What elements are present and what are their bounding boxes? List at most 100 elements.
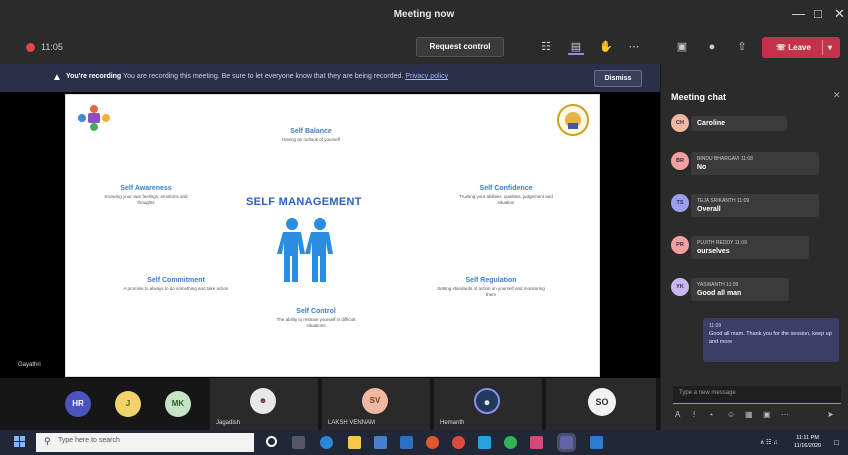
slide-item-description: Knowing your own feelings, emotions and … [104, 194, 188, 205]
participant-tile[interactable]: SV LAKSH VENNAM [322, 378, 430, 430]
raise-hand-icon[interactable]: ✋ [598, 39, 614, 55]
slide-item-self-control: Self Control The ability to restrain you… [271, 308, 361, 329]
close-icon[interactable]: ✕ [834, 6, 845, 22]
dismiss-button[interactable]: Dismiss [594, 70, 642, 87]
compose-placeholder: Type a new message [679, 390, 736, 396]
avatar: J [115, 391, 141, 417]
privacy-policy-link[interactable]: Privacy policy [405, 73, 448, 80]
edge-icon[interactable] [320, 436, 333, 449]
microphone-icon[interactable]: ● [704, 39, 720, 55]
message-bubble: YASWANTH 11:09 Good all man [691, 278, 789, 301]
chrome-icon[interactable] [452, 436, 465, 449]
message-time: 11:09 [709, 323, 722, 329]
format-icon[interactable]: A [675, 410, 680, 419]
slide-item-self-balance: Self Balance Having an outlook of yourse… [266, 128, 356, 143]
participant-name: Hemanth [440, 420, 465, 426]
recording-banner-title: You're recording [66, 73, 122, 80]
participant-tile[interactable]: SO [546, 378, 656, 430]
app-icon[interactable] [530, 436, 543, 449]
camera-icon[interactable]: ▣ [674, 39, 690, 55]
leave-button[interactable]: ☏ Leave ▾ [762, 37, 840, 58]
whatsapp-icon[interactable] [504, 436, 517, 449]
avatar: BR [671, 152, 689, 170]
more-options-icon[interactable]: ⋯ [781, 410, 789, 419]
avatar-initials: MK [171, 399, 185, 408]
request-control-button[interactable]: Request control [416, 37, 504, 57]
avatar: MK [165, 391, 191, 417]
avatar: CH [671, 114, 689, 132]
own-chat-message: 11:09 Good all mam. Thank you for the se… [703, 318, 839, 362]
recording-icon [26, 43, 35, 52]
minimize-icon[interactable]: — [792, 6, 805, 21]
emoji-icon[interactable]: ☺ [727, 410, 735, 419]
participant-tile[interactable]: HR J MK [50, 378, 200, 430]
attach-icon[interactable]: ⋆ [709, 410, 714, 419]
slide-item-self-commitment: Self Commitment A promise to always to d… [121, 277, 231, 292]
message-bubble: BINDU BHARGAVI 11:08 No [691, 152, 819, 175]
leave-label: Leave [788, 43, 811, 52]
slide-item-heading: Self Commitment [147, 277, 205, 284]
slide-item-self-confidence: Self Confidence Trusting your abilities,… [451, 185, 561, 206]
avatar: HR [65, 391, 91, 417]
windows-start-icon[interactable] [14, 436, 26, 448]
message-bubble: TEJA SRIKANTH 11:09 Overall [691, 194, 819, 217]
slide-item-self-awareness: Self Awareness Knowing your own feelings… [96, 185, 196, 206]
zoom-icon[interactable] [478, 436, 491, 449]
search-placeholder: Type here to search [58, 437, 120, 444]
phone-icon: ☏ [776, 43, 789, 52]
avatar: SO [588, 388, 616, 416]
task-view-icon[interactable] [292, 436, 305, 449]
close-chat-icon[interactable]: ✕ [833, 90, 841, 101]
more-actions-icon[interactable]: ⋯ [626, 39, 642, 55]
message-bubble: PUJITH REDDY 11:09 ourselves [691, 236, 809, 259]
taskbar-date: 11/16/2020 [794, 443, 822, 449]
teams-icon[interactable] [557, 433, 576, 452]
participant-name: Jagadish [216, 420, 241, 426]
recording-banner: ▲ You're recording You are recording thi… [0, 64, 660, 92]
chat-compose-input[interactable]: Type a new message [673, 386, 841, 404]
taskbar-search-input[interactable]: ⚲ Type here to search [36, 433, 254, 452]
taskbar-time: 11:11 PM [796, 435, 819, 441]
maximize-icon[interactable]: □ [814, 6, 822, 21]
avatar-initials: HR [72, 399, 84, 408]
file-explorer-icon[interactable] [348, 436, 361, 449]
slide-item-heading: Self Confidence [479, 185, 533, 192]
meeting-timer: 11:05 [41, 42, 63, 52]
participants-icon[interactable]: ☷ [538, 39, 554, 55]
message-time: 11:09 [726, 282, 739, 288]
participant-tile[interactable]: ☻ Hemanth [434, 378, 542, 430]
sticker-icon[interactable]: ▣ [763, 410, 771, 419]
share-screen-icon[interactable]: ⇧ [734, 39, 750, 55]
chat-icon[interactable]: ▤ [568, 39, 584, 55]
participant-tile[interactable]: ☻ Jagadish [210, 378, 318, 430]
participant-name: LAKSH VENNAM [328, 420, 376, 426]
gif-icon[interactable]: ▦ [745, 410, 753, 419]
store-icon[interactable] [374, 436, 387, 449]
chevron-down-icon[interactable]: ▾ [828, 37, 832, 58]
slide-item-self-regulation: Self Regulation Setting standards of act… [436, 277, 546, 298]
system-tray-icons[interactable]: ∧ ☷ ♫ [760, 439, 778, 446]
firefox-icon[interactable] [426, 436, 439, 449]
participant-gallery: HR J MK ☻ Jagadish SV LAKSH VENNAM ☻ Hem… [0, 378, 660, 430]
priority-icon[interactable]: ! [693, 410, 695, 419]
message-author: BINDU BHARGAVI [697, 156, 740, 162]
taskbar-clock[interactable]: 11:11 PM 11/16/2020 [794, 434, 821, 450]
avatar-initials: SV [369, 396, 381, 405]
send-icon[interactable]: ➤ [827, 410, 834, 419]
participant-photo: ☻ [474, 388, 500, 414]
word-icon[interactable] [590, 436, 603, 449]
avatar-initials: SO [595, 397, 609, 407]
slide-item-description: Trusting your abilities, qualities, judg… [459, 194, 553, 205]
message-text: Good all mam. Thank you for the session,… [709, 331, 832, 345]
avatar: YK [671, 278, 689, 296]
message-author: TEJA SRIKANTH [697, 198, 736, 204]
shared-screen-stage: SELF MANAGEMENT Self Balance Having an o… [0, 92, 660, 378]
notification-icon[interactable]: □ [834, 438, 839, 447]
message-text: Overall [697, 206, 721, 213]
mail-icon[interactable] [400, 436, 413, 449]
message-time: 11:08 [740, 156, 753, 162]
cortana-icon[interactable] [266, 436, 277, 447]
participant-photo: ☻ [250, 388, 276, 414]
message-bubble: Caroline [691, 116, 787, 131]
window-title: Meeting now [393, 9, 455, 20]
